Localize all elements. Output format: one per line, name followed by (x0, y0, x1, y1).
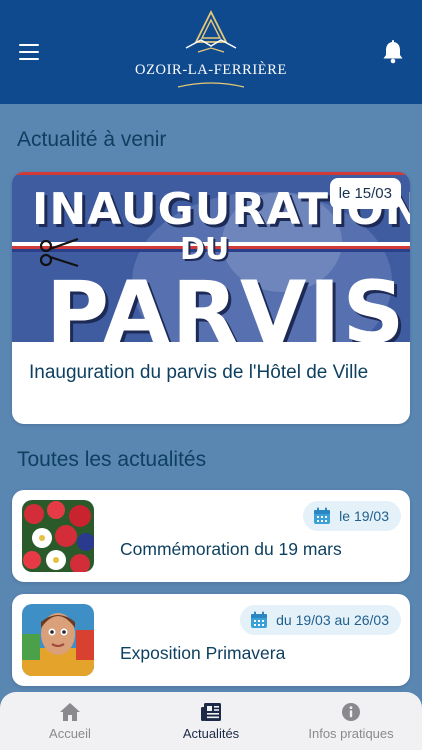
featured-news-title: Inauguration du parvis de l'Hôtel de Vil… (29, 362, 369, 383)
calendar-icon (251, 611, 268, 628)
newspaper-icon (201, 703, 221, 721)
bell-icon[interactable] (382, 40, 404, 64)
tab-accueil[interactable]: Accueil (0, 692, 140, 750)
info-icon (342, 703, 360, 721)
hamburger-menu-icon[interactable] (19, 44, 39, 60)
tab-infos-pratiques[interactable]: Infos pratiques (281, 692, 421, 750)
tab-label: Infos pratiques (308, 726, 394, 741)
news-thumbnail (22, 604, 94, 676)
news-date-pill: du 19/03 au 26/03 (240, 605, 401, 635)
news-thumbnail (22, 500, 94, 572)
upcoming-section-title: Actualité à venir (17, 128, 167, 151)
news-card[interactable]: le 19/03 Commémoration du 19 mars (12, 490, 410, 582)
city-logo: OZOIR-LA-FERRIÈRE (130, 10, 292, 90)
news-date: du 19/03 au 26/03 (276, 612, 389, 628)
featured-news-image: INAUGURATION DU PARVIS le 15/03 (12, 172, 410, 342)
news-title: Commémoration du 19 mars (120, 539, 342, 559)
news-date: le 19/03 (339, 508, 389, 524)
featured-image-text-3: PARVIS (46, 263, 407, 342)
featured-image-text-2: DU (180, 232, 230, 267)
calendar-icon (314, 507, 331, 524)
home-icon (60, 703, 80, 721)
app-header: OZOIR-LA-FERRIÈRE (0, 0, 422, 104)
featured-date-badge: le 15/03 (329, 178, 401, 209)
news-date-pill: le 19/03 (303, 501, 401, 531)
news-title: Exposition Primavera (120, 643, 286, 663)
featured-news-card[interactable]: INAUGURATION DU PARVIS le 15/03 Inaugura… (12, 172, 410, 424)
all-news-section-title: Toutes les actualités (17, 448, 207, 471)
bottom-tab-bar: Accueil Actualités Infos pratiques (0, 692, 422, 750)
tab-label: Actualités (182, 726, 240, 741)
tab-label: Accueil (49, 726, 91, 741)
tab-actualites[interactable]: Actualités (141, 692, 281, 750)
news-card[interactable]: du 19/03 au 26/03 Exposition Primavera (12, 594, 410, 686)
logo-text: OZOIR-LA-FERRIÈRE (135, 62, 287, 78)
